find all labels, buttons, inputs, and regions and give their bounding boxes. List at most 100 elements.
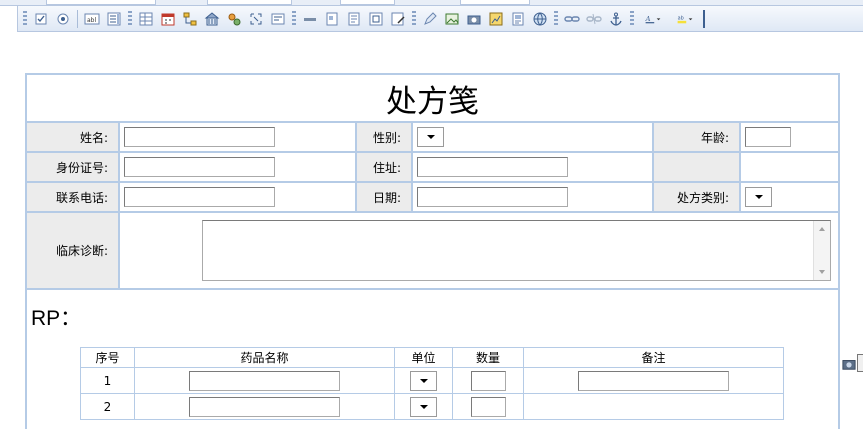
medicine-table-header: 序号 药品名称 单位 数量 备注	[80, 347, 784, 368]
date-cell	[411, 181, 654, 213]
header-quantity: 数量	[452, 347, 524, 368]
quantity-cell	[452, 367, 524, 394]
toolbar-separator	[77, 9, 78, 28]
toolbar-grip[interactable]	[630, 10, 634, 27]
svg-text:ab: ab	[678, 15, 684, 21]
diagnosis-label: 临床诊断:	[25, 211, 120, 290]
checkbox-icon[interactable]	[31, 9, 51, 29]
chevron-down-icon	[419, 404, 428, 409]
textfield-icon-label: abl	[87, 17, 96, 24]
form-icon[interactable]	[322, 9, 342, 29]
frame-icon[interactable]	[366, 9, 386, 29]
chart-icon[interactable]	[486, 9, 506, 29]
textfield-icon[interactable]: abl	[82, 9, 102, 29]
age-input[interactable]	[745, 127, 791, 147]
quantity-cell	[452, 393, 524, 420]
prescription-table: 处方笺 姓名: 性别: 年龄: 身份证号: 住址: 联系电话: 日期: 处方类别…	[24, 73, 841, 429]
id-label: 身份证号:	[25, 151, 120, 183]
listbox-icon[interactable]	[104, 9, 124, 29]
address-input[interactable]	[417, 157, 568, 177]
rx-type-select[interactable]	[745, 187, 772, 207]
camera-icon[interactable]	[842, 357, 856, 371]
header-unit: 单位	[394, 347, 453, 368]
rp-label: RP：	[31, 307, 82, 330]
radio-icon[interactable]	[53, 9, 73, 29]
font-color-icon[interactable]: A	[638, 9, 668, 29]
toolbar-dropdown-size[interactable]	[340, 0, 395, 5]
header-index: 序号	[80, 347, 135, 368]
toolbar-end	[703, 9, 705, 28]
scroll-down-icon[interactable]	[819, 270, 825, 274]
diagnosis-textarea[interactable]	[202, 220, 831, 281]
anchor-icon[interactable]	[606, 9, 626, 29]
phone-cell	[118, 181, 357, 213]
row-index: 2	[80, 393, 135, 420]
prescription-form: 处方笺 姓名: 性别: 年龄: 身份证号: 住址: 联系电话: 日期: 处方类别…	[24, 73, 841, 429]
chevron-down-icon	[426, 135, 435, 139]
globe-icon[interactable]	[530, 9, 550, 29]
drug-name-cell	[134, 393, 395, 420]
camera-icon[interactable]	[464, 9, 484, 29]
date-input[interactable]	[417, 187, 568, 207]
toolbar-grip[interactable]	[128, 10, 132, 27]
toolbar-grip[interactable]	[554, 10, 558, 27]
quantity-input[interactable]	[470, 370, 506, 391]
phone-input[interactable]	[124, 187, 275, 207]
edit-icon[interactable]	[388, 9, 408, 29]
medicine-table: 序号 药品名称 单位 数量 备注 1 2	[80, 347, 784, 420]
remark-input[interactable]	[578, 370, 729, 391]
toolbar-left-edge	[0, 6, 18, 32]
gender-label: 性别:	[355, 121, 413, 153]
page-icon[interactable]	[344, 9, 364, 29]
unit-cell	[394, 367, 453, 394]
link-icon[interactable]	[562, 9, 582, 29]
scroll-up-icon[interactable]	[819, 227, 825, 231]
diagnosis-scrollbar[interactable]	[813, 221, 830, 280]
pencil-icon[interactable]	[420, 9, 440, 29]
toolbar-grip[interactable]	[412, 10, 416, 27]
remark-cell	[523, 367, 784, 394]
id-cell	[118, 151, 357, 183]
document-icon[interactable]	[508, 9, 528, 29]
address-label: 住址:	[355, 151, 413, 183]
properties-icon[interactable]	[268, 9, 288, 29]
toolbar-grip[interactable]	[23, 10, 27, 27]
chevron-down-icon	[754, 195, 763, 199]
image-icon[interactable]	[442, 9, 462, 29]
toolbar-dropdown-format[interactable]	[460, 0, 530, 5]
rx-type-cell	[738, 181, 841, 213]
age-cell	[738, 121, 841, 153]
table-icon[interactable]	[136, 9, 156, 29]
name-input[interactable]	[124, 127, 275, 147]
gender-select[interactable]	[417, 127, 444, 147]
id-input[interactable]	[124, 157, 275, 177]
age-label: 年龄:	[652, 121, 741, 153]
unlink-icon[interactable]	[584, 9, 604, 29]
address-cell	[411, 151, 654, 183]
gender-cell	[411, 121, 654, 153]
select-region-icon[interactable]	[246, 9, 266, 29]
name-label: 姓名:	[25, 121, 120, 153]
toolbar-dropdown-style[interactable]	[46, 0, 156, 5]
rp-section: RP： 序号 药品名称 单位 数量 备注 1 2	[24, 288, 841, 429]
drug-name-input[interactable]	[189, 370, 340, 391]
calendar-icon[interactable]	[158, 9, 178, 29]
unit-select[interactable]	[410, 370, 437, 391]
toolbar-grip[interactable]	[292, 10, 296, 27]
building-icon[interactable]	[202, 9, 222, 29]
table-row: 2	[80, 393, 784, 420]
side-panel-handle[interactable]	[857, 354, 863, 372]
empty-value-cell	[738, 151, 841, 183]
table-row: 1	[80, 367, 784, 394]
gears-icon[interactable]	[224, 9, 244, 29]
remark-cell	[523, 393, 784, 420]
toolbar-dropdown-font[interactable]	[207, 0, 292, 5]
name-cell	[118, 121, 357, 153]
phone-label: 联系电话:	[25, 181, 120, 213]
editor-toolbar: abl A ab	[18, 6, 863, 32]
highlight-icon[interactable]: ab	[670, 9, 700, 29]
unit-cell	[394, 393, 453, 420]
line-icon[interactable]	[300, 9, 320, 29]
row-index: 1	[80, 367, 135, 394]
tree-icon[interactable]	[180, 9, 200, 29]
